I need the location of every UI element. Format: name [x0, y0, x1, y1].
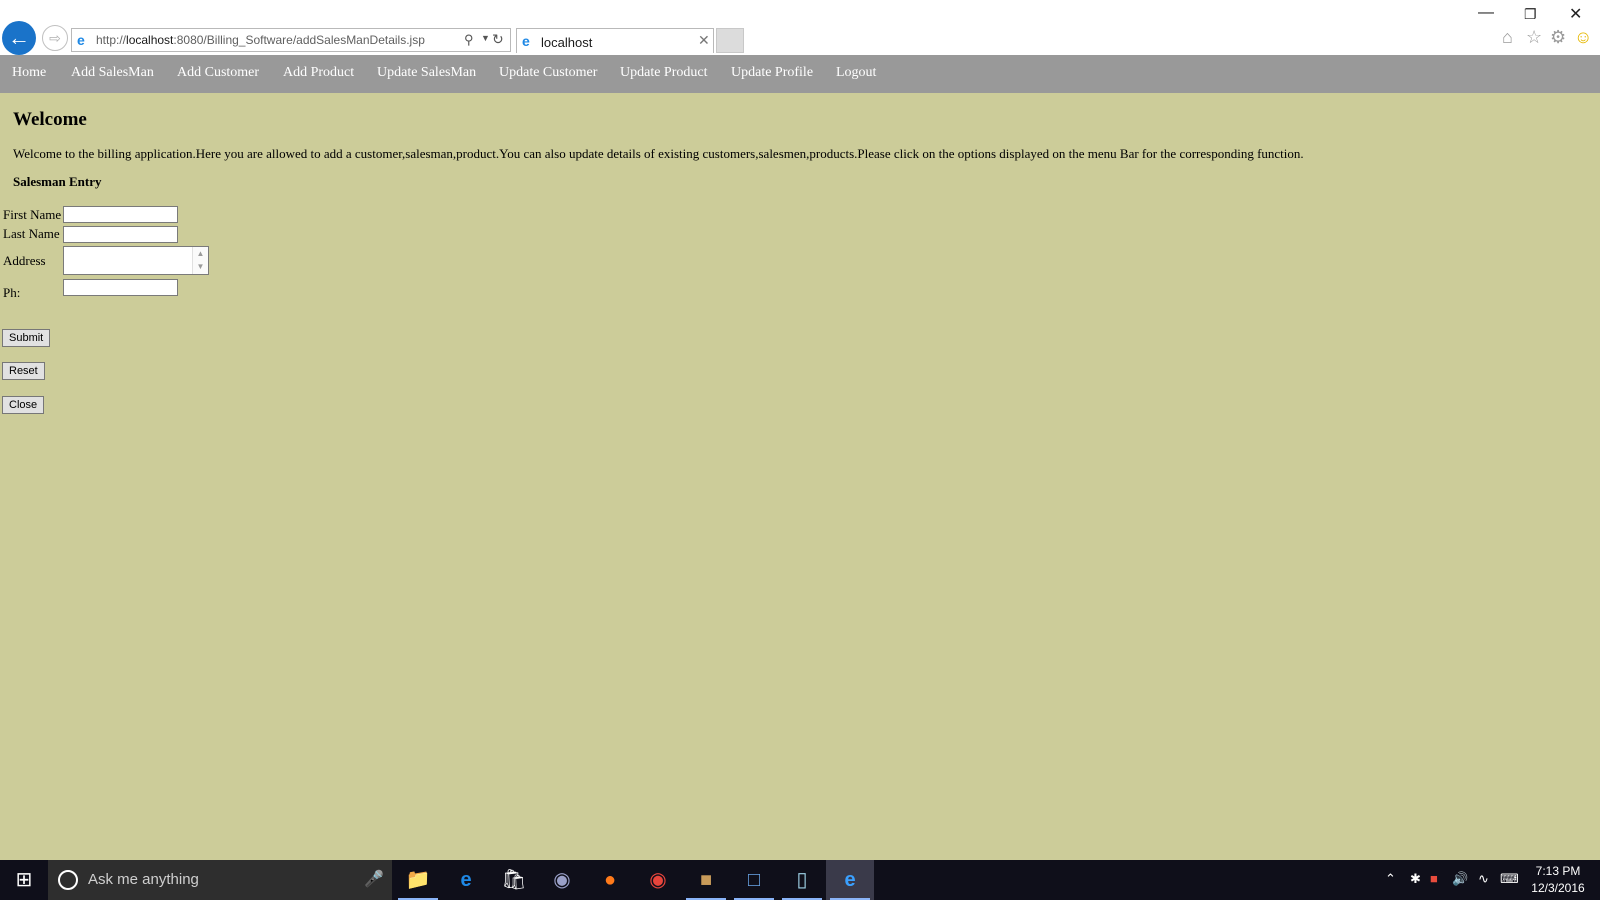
- wifi-icon[interactable]: ∿: [1478, 871, 1489, 887]
- textarea-scrollbar[interactable]: ▲ ▼: [192, 247, 208, 274]
- clock-date: 12/3/2016: [1531, 881, 1585, 895]
- chevron-up-icon[interactable]: ⌃: [1385, 871, 1396, 887]
- menu-item-update-customer[interactable]: Update Customer: [499, 65, 597, 81]
- search-icon[interactable]: ⚲: [464, 32, 474, 48]
- menu-item-home[interactable]: Home: [12, 65, 46, 81]
- section-title: Salesman Entry: [13, 174, 102, 189]
- browser-chrome: ← ⇨ e http://localhost:8080/Billing_Soft…: [0, 0, 1600, 55]
- search-placeholder: Ask me anything: [88, 871, 199, 888]
- file-explorer-icon[interactable]: 📁: [394, 860, 442, 900]
- close-window-icon[interactable]: ✕: [1569, 4, 1582, 24]
- taskbar-search[interactable]: Ask me anything 🎤: [48, 860, 392, 900]
- address-label: Address: [3, 253, 46, 268]
- cortana-icon[interactable]: [58, 870, 78, 890]
- game-app-icon[interactable]: ■: [682, 860, 730, 900]
- ie-page-icon: e: [77, 32, 85, 48]
- bluetooth-icon[interactable]: ✱: [1410, 871, 1421, 887]
- menu-item-add-salesman[interactable]: Add SalesMan: [71, 65, 154, 81]
- menu-item-update-product[interactable]: Update Product: [620, 65, 707, 81]
- address-url[interactable]: http://localhost:8080/Billing_Software/a…: [96, 33, 425, 47]
- address-bar[interactable]: e http://localhost:8080/Billing_Software…: [71, 28, 511, 52]
- microphone-icon[interactable]: 🎤: [364, 869, 384, 889]
- visual-studio-icon[interactable]: □: [730, 860, 778, 900]
- close-button[interactable]: Close: [2, 396, 45, 414]
- forward-arrow-icon[interactable]: ⇨: [42, 25, 68, 51]
- phone-label: Ph:: [3, 285, 21, 300]
- clock[interactable]: 7:13 PM 12/3/2016: [1528, 863, 1588, 897]
- first-name-label: First Name: [3, 207, 62, 222]
- menu-item-add-customer[interactable]: Add Customer: [177, 65, 259, 81]
- page-title: Welcome: [13, 109, 87, 130]
- first-name-field[interactable]: [63, 206, 178, 223]
- internet-explorer-icon[interactable]: e: [826, 860, 874, 900]
- phone-field[interactable]: [63, 279, 178, 296]
- new-tab-button[interactable]: [716, 28, 744, 53]
- taskbar: ⊞ Ask me anything 🎤 📁 e 🛍 ◉ ● ◉ ■ □ ▯ e …: [0, 860, 1600, 900]
- keyboard-icon[interactable]: ⌨: [1500, 871, 1519, 887]
- address-textarea[interactable]: ▲ ▼: [63, 246, 209, 275]
- notepad-icon[interactable]: ▯: [778, 860, 826, 900]
- browser-tab[interactable]: e localhost ✕: [516, 28, 714, 53]
- store-icon[interactable]: 🛍: [490, 860, 538, 900]
- page-content: Welcome Welcome to the billing applicati…: [0, 93, 1600, 860]
- ie-page-icon: e: [522, 33, 530, 49]
- menu-item-add-product[interactable]: Add Product: [283, 65, 354, 81]
- welcome-text: Welcome to the billing application.Here …: [13, 146, 1304, 161]
- menu-item-logout[interactable]: Logout: [836, 65, 876, 81]
- tray-app-icon[interactable]: ■: [1430, 871, 1438, 886]
- eclipse-icon[interactable]: ◉: [538, 860, 586, 900]
- menu-item-update-salesman[interactable]: Update SalesMan: [377, 65, 476, 81]
- firefox-icon[interactable]: ●: [586, 860, 634, 900]
- clock-time: 7:13 PM: [1535, 864, 1581, 878]
- last-name-field[interactable]: [63, 226, 178, 243]
- reset-button[interactable]: Reset: [2, 362, 45, 380]
- menu-bar: Home Add SalesMan Add Customer Add Produ…: [0, 55, 1600, 93]
- submit-button[interactable]: Submit: [2, 329, 51, 347]
- restore-icon[interactable]: ❐: [1524, 6, 1537, 23]
- star-icon[interactable]: ☆: [1526, 27, 1542, 48]
- windows-start-icon[interactable]: ⊞: [0, 860, 48, 900]
- back-arrow-icon[interactable]: ←: [2, 21, 36, 55]
- smiley-icon[interactable]: ☺: [1574, 27, 1592, 48]
- edge-icon[interactable]: e: [442, 860, 490, 900]
- gear-icon[interactable]: ⚙: [1550, 27, 1566, 48]
- menu-item-update-profile[interactable]: Update Profile: [731, 65, 813, 81]
- close-icon[interactable]: ✕: [698, 32, 710, 49]
- home-icon[interactable]: ⌂: [1502, 27, 1513, 48]
- tab-title: localhost: [541, 35, 593, 50]
- last-name-label: Last Name: [3, 226, 60, 241]
- refresh-icon[interactable]: ↻: [492, 31, 504, 48]
- chevron-down-icon[interactable]: ▼: [481, 33, 490, 43]
- volume-icon[interactable]: 🔊: [1452, 871, 1468, 887]
- chrome-icon[interactable]: ◉: [634, 860, 682, 900]
- minimize-icon[interactable]: —: [1478, 4, 1494, 22]
